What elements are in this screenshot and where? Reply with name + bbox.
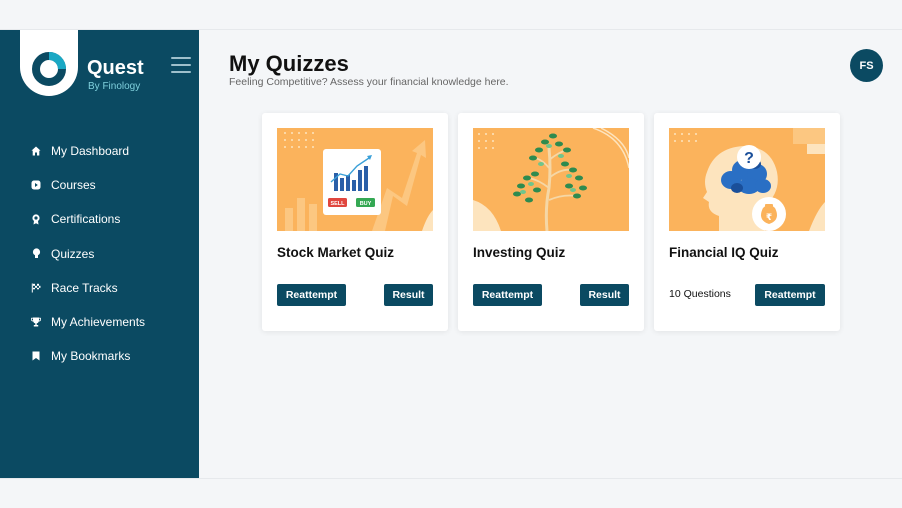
investing-tree-illustration [473, 128, 629, 231]
sidebar-item-achievements[interactable]: My Achievements [0, 305, 199, 339]
bulb-icon [30, 248, 42, 260]
logo[interactable] [20, 30, 78, 96]
sidebar-item-label: Courses [51, 178, 96, 193]
courses-icon [30, 179, 42, 191]
quiz-card-investing: Investing Quiz Reattempt Result [458, 113, 644, 331]
sidebar-item-label: Quizzes [51, 246, 95, 261]
rupee-icon: ₹ [766, 213, 772, 223]
sidebar-item-quizzes[interactable]: Quizzes [0, 237, 199, 271]
sidebar-item-bookmarks[interactable]: My Bookmarks [0, 339, 199, 373]
result-button[interactable]: Result [580, 284, 629, 306]
brand-subtitle: By Finology [88, 81, 141, 92]
page-subtitle: Feeling Competitive? Assess your financi… [229, 76, 509, 88]
sidebar-item-certifications[interactable]: Certifications [0, 202, 199, 236]
sidebar: Quest By Finology My Dashboard Courses C… [0, 30, 199, 478]
card-title: Stock Market Quiz [277, 245, 395, 260]
sidebar-item-label: My Dashboard [51, 144, 130, 159]
question-mark-icon: ? [744, 150, 754, 167]
page-title: My Quizzes [229, 51, 349, 76]
question-count: 10 Questions [669, 288, 731, 300]
flag-icon [30, 282, 42, 294]
home-icon [30, 145, 42, 157]
menu-toggle-icon[interactable] [171, 57, 191, 73]
quiz-card-stock-market: SELL BUY Stock Market Quiz Reattempt Res… [262, 113, 448, 331]
sidebar-item-dashboard[interactable]: My Dashboard [0, 134, 199, 168]
reattempt-button[interactable]: Reattempt [473, 284, 542, 306]
sidebar-item-label: My Achievements [51, 315, 146, 330]
card-title: Investing Quiz [473, 245, 566, 260]
reattempt-button[interactable]: Reattempt [277, 284, 346, 306]
card-title: Financial IQ Quiz [669, 245, 779, 260]
avatar[interactable]: FS [850, 49, 883, 82]
sell-tag: SELL [330, 201, 345, 207]
trophy-icon [30, 316, 42, 328]
bookmark-icon [30, 350, 42, 362]
top-bar [0, 0, 902, 30]
certificate-icon [30, 213, 42, 225]
buy-tag: BUY [360, 201, 372, 207]
sidebar-nav: My Dashboard Courses Certifications Quiz… [0, 134, 199, 373]
quiz-card-financial-iq: ? ₹ Financial IQ Quiz 10 Questions Reatt… [654, 113, 840, 331]
financial-iq-illustration: ? ₹ [669, 128, 825, 231]
reattempt-button[interactable]: Reattempt [755, 284, 825, 306]
sidebar-item-label: My Bookmarks [51, 349, 131, 364]
result-button[interactable]: Result [384, 284, 433, 306]
sidebar-item-courses[interactable]: Courses [0, 168, 199, 202]
bottom-bar [0, 478, 902, 508]
brand-name: Quest [87, 57, 144, 79]
main-content: My Quizzes Feeling Competitive? Assess y… [199, 30, 902, 478]
sidebar-item-race-tracks[interactable]: Race Tracks [0, 271, 199, 305]
sidebar-item-label: Certifications [51, 212, 121, 227]
sidebar-item-label: Race Tracks [51, 280, 118, 295]
stock-market-illustration: SELL BUY [277, 128, 433, 231]
logo-ring-icon [32, 52, 66, 86]
